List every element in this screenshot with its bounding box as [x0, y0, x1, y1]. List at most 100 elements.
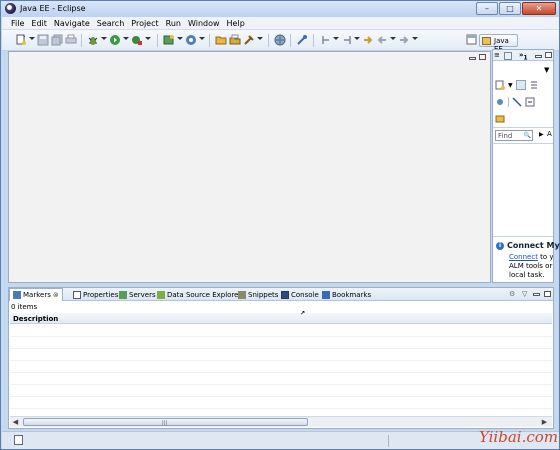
tab-data-source-explorer[interactable]: Data Source Explorer: [157, 289, 241, 300]
status-separator: [388, 435, 389, 447]
panel-separator: [493, 143, 553, 144]
close-button[interactable]: ✕: [522, 2, 556, 15]
open-type-icon[interactable]: [185, 34, 197, 46]
back-dropdown-icon[interactable]: [390, 37, 396, 40]
print-icon[interactable]: [65, 34, 77, 46]
scrollbar-thumb[interactable]: |||: [23, 418, 308, 426]
menu-edit[interactable]: Edit: [28, 17, 51, 29]
markers-icon: [13, 291, 21, 299]
menu-help[interactable]: Help: [224, 17, 249, 29]
run-dropdown-icon[interactable]: [123, 37, 129, 40]
debug-icon[interactable]: [87, 34, 99, 46]
new-icon[interactable]: [15, 34, 27, 46]
prev-annotation-icon[interactable]: [341, 34, 353, 46]
open-resource-icon[interactable]: [229, 34, 241, 46]
menu-navigate[interactable]: Navigate: [51, 17, 94, 29]
view-menu-icon[interactable]: ▼: [544, 66, 549, 74]
panel-minimize-icon[interactable]: [535, 55, 542, 58]
filter-arrow-icon[interactable]: ▶: [539, 131, 544, 138]
tab-markers[interactable]: Markers ⊗: [9, 288, 63, 301]
connect-link[interactable]: Connect: [509, 253, 538, 261]
filter-label[interactable]: A: [547, 130, 552, 138]
toolbar-separator: [157, 34, 158, 47]
hide-completed-icon[interactable]: [512, 97, 522, 107]
search-task-dropdown-icon[interactable]: [257, 37, 263, 40]
sync-icon[interactable]: [495, 97, 505, 107]
close-tab-icon[interactable]: ⊗: [53, 291, 59, 299]
tab-bookmarks[interactable]: Bookmarks: [322, 289, 371, 300]
save-all-icon[interactable]: [51, 34, 63, 46]
forward-icon[interactable]: [398, 34, 410, 46]
new-server-dropdown-icon[interactable]: [177, 37, 183, 40]
save-icon[interactable]: [37, 34, 49, 46]
column-header-description[interactable]: Description ↗: [10, 310, 552, 324]
next-annotation-dropdown-icon[interactable]: [333, 37, 339, 40]
panel-maximize-icon[interactable]: [544, 291, 551, 297]
new-dropdown-icon[interactable]: [29, 37, 35, 40]
maximize-button[interactable]: □: [499, 2, 521, 15]
menu-project[interactable]: Project: [128, 17, 162, 29]
open-folder-icon[interactable]: [215, 34, 227, 46]
scroll-right-arrow-icon[interactable]: ▶: [540, 418, 549, 427]
perspective-java-ee-button[interactable]: Java EE: [479, 34, 518, 53]
external-tools-dropdown-icon[interactable]: [145, 37, 151, 40]
view-menu-icon[interactable]: ▽: [522, 290, 527, 298]
title-bar[interactable]: Java EE - Eclipse – □ ✕: [1, 1, 559, 17]
panel-separator: [493, 127, 553, 128]
editor-maximize-icon[interactable]: [479, 54, 486, 60]
tab-markers-label: Markers: [23, 291, 51, 299]
menu-window[interactable]: Window: [185, 17, 224, 29]
debug-dropdown-icon[interactable]: [101, 37, 107, 40]
search-task-icon[interactable]: [243, 34, 255, 46]
last-edit-icon[interactable]: [362, 34, 374, 46]
prev-annotation-dropdown-icon[interactable]: [354, 37, 360, 40]
find-input[interactable]: Find 🔍: [495, 130, 533, 141]
find-search-icon[interactable]: 🔍: [524, 132, 531, 139]
open-type-dropdown-icon[interactable]: [199, 37, 205, 40]
collapse-all-icon[interactable]: [525, 97, 535, 107]
categorized-icon[interactable]: [515, 80, 526, 90]
back-icon[interactable]: [376, 34, 388, 46]
next-annotation-icon[interactable]: [320, 34, 332, 46]
new-server-icon[interactable]: [163, 34, 175, 46]
panel-minimize-icon[interactable]: [533, 293, 540, 296]
window-controls: – □ ✕: [476, 2, 556, 15]
horizontal-scrollbar[interactable]: ◀ ||| ▶: [10, 416, 552, 427]
new-task-icon[interactable]: [495, 80, 505, 90]
menu-run[interactable]: Run: [163, 17, 185, 29]
tab-servers[interactable]: Servers: [119, 289, 156, 300]
scroll-left-arrow-icon[interactable]: ◀: [11, 418, 20, 427]
task-list-tab-icon[interactable]: ≡: [494, 51, 500, 59]
web-browser-icon[interactable]: [274, 34, 286, 46]
toolbar-separator: [81, 34, 82, 47]
fast-view-icon[interactable]: [14, 435, 23, 445]
connect-description: Connect to yo ALM tools or local task.: [509, 253, 553, 280]
tab-overflow-button[interactable]: »1: [519, 51, 528, 61]
watermark-logo: Yiibai.com: [479, 428, 558, 446]
minimize-button[interactable]: –: [476, 2, 498, 15]
scheduled-icon[interactable]: [529, 80, 539, 90]
toolbar-separator: [290, 34, 291, 47]
focus-workweek-icon[interactable]: [495, 114, 505, 124]
forward-dropdown-icon[interactable]: [412, 37, 418, 40]
skip-breakpoints-icon[interactable]: [296, 34, 308, 46]
row-divider: [10, 384, 552, 385]
new-task-dropdown-icon[interactable]: ▼: [508, 82, 513, 89]
tab-properties[interactable]: Properties: [73, 289, 118, 300]
external-tools-icon[interactable]: [131, 34, 143, 46]
menu-search[interactable]: Search: [94, 17, 128, 29]
editor-minimize-icon[interactable]: [469, 57, 476, 60]
menu-file[interactable]: File: [8, 17, 28, 29]
tab-snippets[interactable]: Snippets: [238, 289, 278, 300]
tab-console[interactable]: Console: [281, 289, 319, 300]
markers-filter-icon[interactable]: ⚙: [509, 290, 515, 298]
find-placeholder: Find: [498, 132, 513, 140]
toolbar-separator: [268, 34, 269, 47]
tab-properties-label: Properties: [83, 290, 119, 299]
run-icon[interactable]: [109, 34, 121, 46]
panel-maximize-icon[interactable]: [545, 52, 552, 58]
outline-tab-icon[interactable]: [504, 52, 512, 60]
bookmarks-icon: [322, 290, 330, 299]
open-perspective-icon[interactable]: [466, 34, 477, 45]
editor-area[interactable]: [8, 51, 491, 283]
